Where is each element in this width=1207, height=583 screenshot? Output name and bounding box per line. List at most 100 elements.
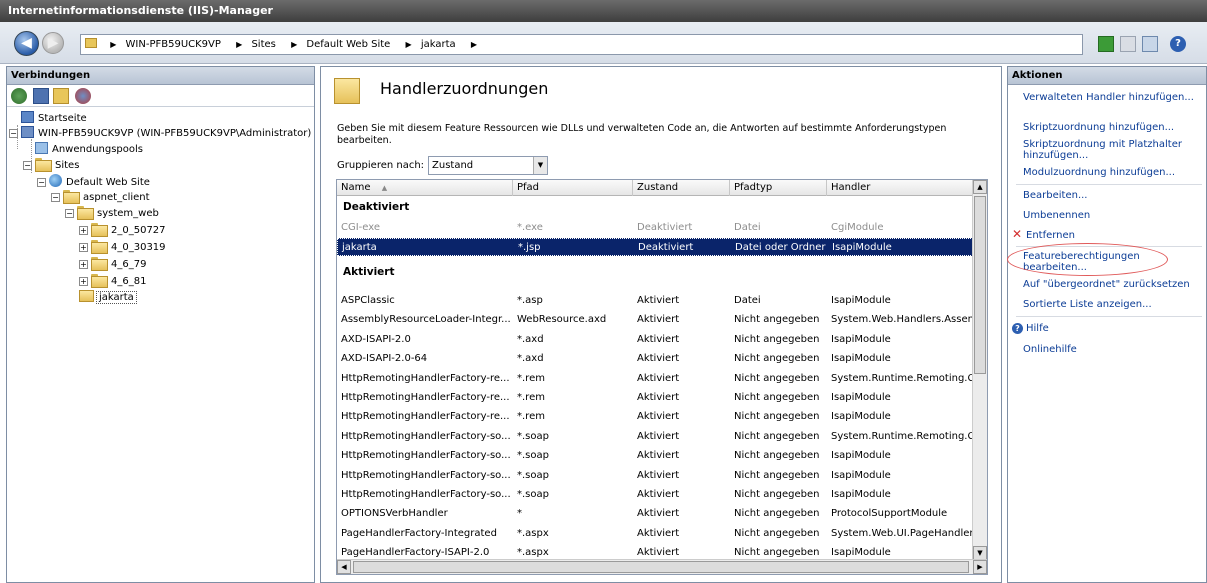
table-cell: HttpRemotingHandlerFactory-re... (341, 372, 510, 384)
table-row[interactable]: AXD-ISAPI-2.0 *.axd Aktiviert Nicht angegeb… (337, 331, 973, 349)
scroll-down-icon[interactable]: ▼ (973, 546, 987, 560)
table-row[interactable]: AssemblyResourceLoader-Integr... WebResou… (337, 311, 973, 329)
expand-icon[interactable]: + (79, 260, 88, 269)
collapse-icon[interactable]: − (51, 193, 60, 202)
help-link[interactable]: ? Hilfe (1012, 323, 1194, 334)
tree-item-4-6-79[interactable]: +4_6_79 (79, 257, 148, 272)
page-title: Handlerzuordnungen (380, 79, 549, 98)
save-icon[interactable] (33, 88, 49, 104)
horizontal-scrollbar[interactable]: ◀ ▶ (337, 559, 987, 574)
scroll-up-icon[interactable]: ▲ (973, 180, 987, 194)
add-module-mapping-link[interactable]: Modulzuordnung hinzufügen... (1023, 167, 1205, 178)
connect-icon[interactable] (11, 88, 27, 104)
tree-item-sites[interactable]: − Sites (23, 158, 81, 173)
edit-link[interactable]: Bearbeiten... (1023, 190, 1205, 201)
tree-item-aspnet-client[interactable]: − aspnet_client (51, 190, 152, 205)
sites-folder-icon (35, 158, 52, 172)
stop-icon[interactable] (1120, 36, 1136, 52)
back-button[interactable]: ◀ (14, 31, 39, 56)
table-cell: Aktiviert (637, 450, 680, 462)
view-sorted-list-link[interactable]: Sortierte Liste anzeigen... (1023, 299, 1205, 310)
scroll-left-icon[interactable]: ◀ (337, 560, 351, 574)
add-script-map-link[interactable]: Skriptzuordnung hinzufügen... (1023, 122, 1205, 133)
forward-button[interactable]: ▶ (42, 32, 64, 54)
help-icon[interactable]: ? (1170, 36, 1186, 52)
virtual-dir-icon (79, 290, 94, 302)
collapse-icon[interactable]: − (23, 161, 32, 170)
green-arrow-icon[interactable] (1098, 36, 1114, 52)
scroll-thumb[interactable] (974, 196, 986, 374)
handler-mappings-icon (334, 78, 360, 104)
table-row[interactable]: OPTIONSVerbHandler * Aktiviert Nicht angege… (337, 505, 973, 523)
table-row[interactable]: HttpRemotingHandlerFactory-so... *.soap Ak… (337, 447, 973, 465)
folder-icon (91, 223, 108, 237)
table-cell: IsapiModule (832, 242, 892, 253)
tree-item-startseite[interactable]: Startseite (21, 111, 89, 126)
table-row[interactable]: HttpRemotingHandlerFactory-re... *.rem Akt… (337, 370, 973, 388)
table-row[interactable]: PageHandlerFactory-Integrated *.aspx Aktiv… (337, 525, 973, 543)
group-header-enabled[interactable]: Aktiviert (337, 262, 973, 282)
table-row[interactable]: HttpRemotingHandlerFactory-so... *.soap Ak… (337, 467, 973, 485)
vertical-scrollbar[interactable]: ▲ ▼ (972, 180, 987, 560)
table-cell: PageHandlerFactory-Integrated (341, 527, 497, 539)
tree-item-default-web-site[interactable]: − Default Web Site (37, 174, 152, 189)
table-cell: Nicht angegeben (734, 469, 820, 481)
column-header-state[interactable]: Zustand (633, 180, 730, 196)
connections-pane: Verbindungen Startseite − WIN-PFB59UCK9VP… (6, 66, 315, 583)
scroll-right-icon[interactable]: ▶ (973, 560, 987, 574)
table-cell: IsapiModule (831, 450, 891, 462)
table-row[interactable]: CGI-exe *.exe Deaktiviert Datei CgiModule (337, 219, 973, 237)
groupby-select[interactable]: Zustand ▼ (428, 156, 548, 175)
folder-up-icon[interactable] (53, 88, 69, 104)
table-row[interactable]: HttpRemotingHandlerFactory-so... *.soap Ak… (337, 486, 973, 504)
table-row[interactable]: HttpRemotingHandlerFactory-re... *.rem Akt… (337, 408, 973, 426)
table-cell: Nicht angegeben (734, 314, 820, 326)
breadcrumb-default-web-site[interactable]: Default Web Site (306, 35, 390, 54)
site-icon (85, 38, 97, 48)
breadcrumb-jakarta[interactable]: jakarta (421, 35, 456, 54)
collapse-icon[interactable]: − (37, 178, 46, 187)
tree-item-server[interactable]: − WIN-PFB59UCK9VP (WIN-PFB59UCK9VP\Admini… (9, 126, 313, 141)
actions-title: Aktionen (1008, 67, 1206, 85)
expand-icon[interactable]: + (79, 226, 88, 235)
table-row[interactable]: HttpRemotingHandlerFactory-re... *.rem Akt… (337, 389, 973, 407)
actions-pane: Aktionen Verwalteten Handler hinzufügen.… (1007, 66, 1207, 583)
breadcrumb-sites[interactable]: Sites (251, 35, 275, 54)
home-icon[interactable] (1142, 36, 1158, 52)
column-header-path[interactable]: Pfad (513, 180, 633, 196)
tree-item-system-web[interactable]: − system_web (65, 206, 161, 221)
table-row[interactable]: HttpRemotingHandlerFactory-so... *.soap Ak… (337, 428, 973, 446)
group-header-disabled[interactable]: Deaktiviert (337, 197, 973, 217)
tree-item-app-pools[interactable]: Anwendungspools (35, 142, 145, 157)
breadcrumb-server[interactable]: WIN-PFB59UCK9VP (126, 35, 221, 54)
table-cell: HttpRemotingHandlerFactory-re... (341, 411, 510, 423)
online-help-link[interactable]: Onlinehilfe (1023, 344, 1205, 355)
expand-icon[interactable]: + (79, 243, 88, 252)
table-row[interactable]: ASPClassic *.asp Aktiviert Datei IsapiModule (337, 292, 973, 310)
table-cell: *.axd (517, 353, 544, 365)
expand-icon[interactable]: + (79, 277, 88, 286)
tree-item-jakarta[interactable]: jakarta (79, 290, 137, 305)
collapse-icon[interactable]: − (65, 209, 74, 218)
remove-link[interactable]: ✕ Entfernen (1012, 228, 1194, 241)
table-cell: HttpRemotingHandlerFactory-re... (341, 392, 510, 403)
column-header-name[interactable]: Name ▲ (337, 180, 513, 196)
tree-item-2-0-50727[interactable]: +2_0_50727 (79, 223, 168, 238)
add-managed-handler-link[interactable]: Verwalteten Handler hinzufügen... (1023, 92, 1205, 103)
add-wildcard-script-map-link[interactable]: Skriptzuordnung mit Platzhalter hinzufüg… (1023, 139, 1205, 161)
rename-link[interactable]: Umbenennen (1023, 210, 1205, 221)
disconnect-icon[interactable] (75, 88, 91, 104)
column-header-handler[interactable]: Handler (827, 180, 973, 196)
collapse-icon[interactable]: − (9, 129, 18, 138)
tree-item-4-0-30319[interactable]: +4_0_30319 (79, 240, 168, 255)
revert-to-parent-link[interactable]: Auf "übergeordnet" zurücksetzen (1023, 279, 1205, 290)
column-header-path-type[interactable]: Pfadtyp (730, 180, 827, 196)
table-row-selected[interactable]: jakarta *.jsp Deaktiviert Datei oder Ordner… (337, 238, 973, 256)
table-cell: IsapiModule (831, 411, 891, 423)
forward-arrow-icon: ▶ (47, 35, 59, 51)
table-row[interactable]: AXD-ISAPI-2.0-64 *.axd Aktiviert Nicht ange… (337, 350, 973, 368)
chevron-down-icon[interactable]: ▼ (533, 157, 547, 174)
scroll-thumb[interactable] (353, 561, 969, 573)
address-bar[interactable]: ▶ WIN-PFB59UCK9VP ▶ Sites ▶ Default Web … (80, 34, 1083, 55)
tree-item-4-6-81[interactable]: +4_6_81 (79, 274, 148, 289)
